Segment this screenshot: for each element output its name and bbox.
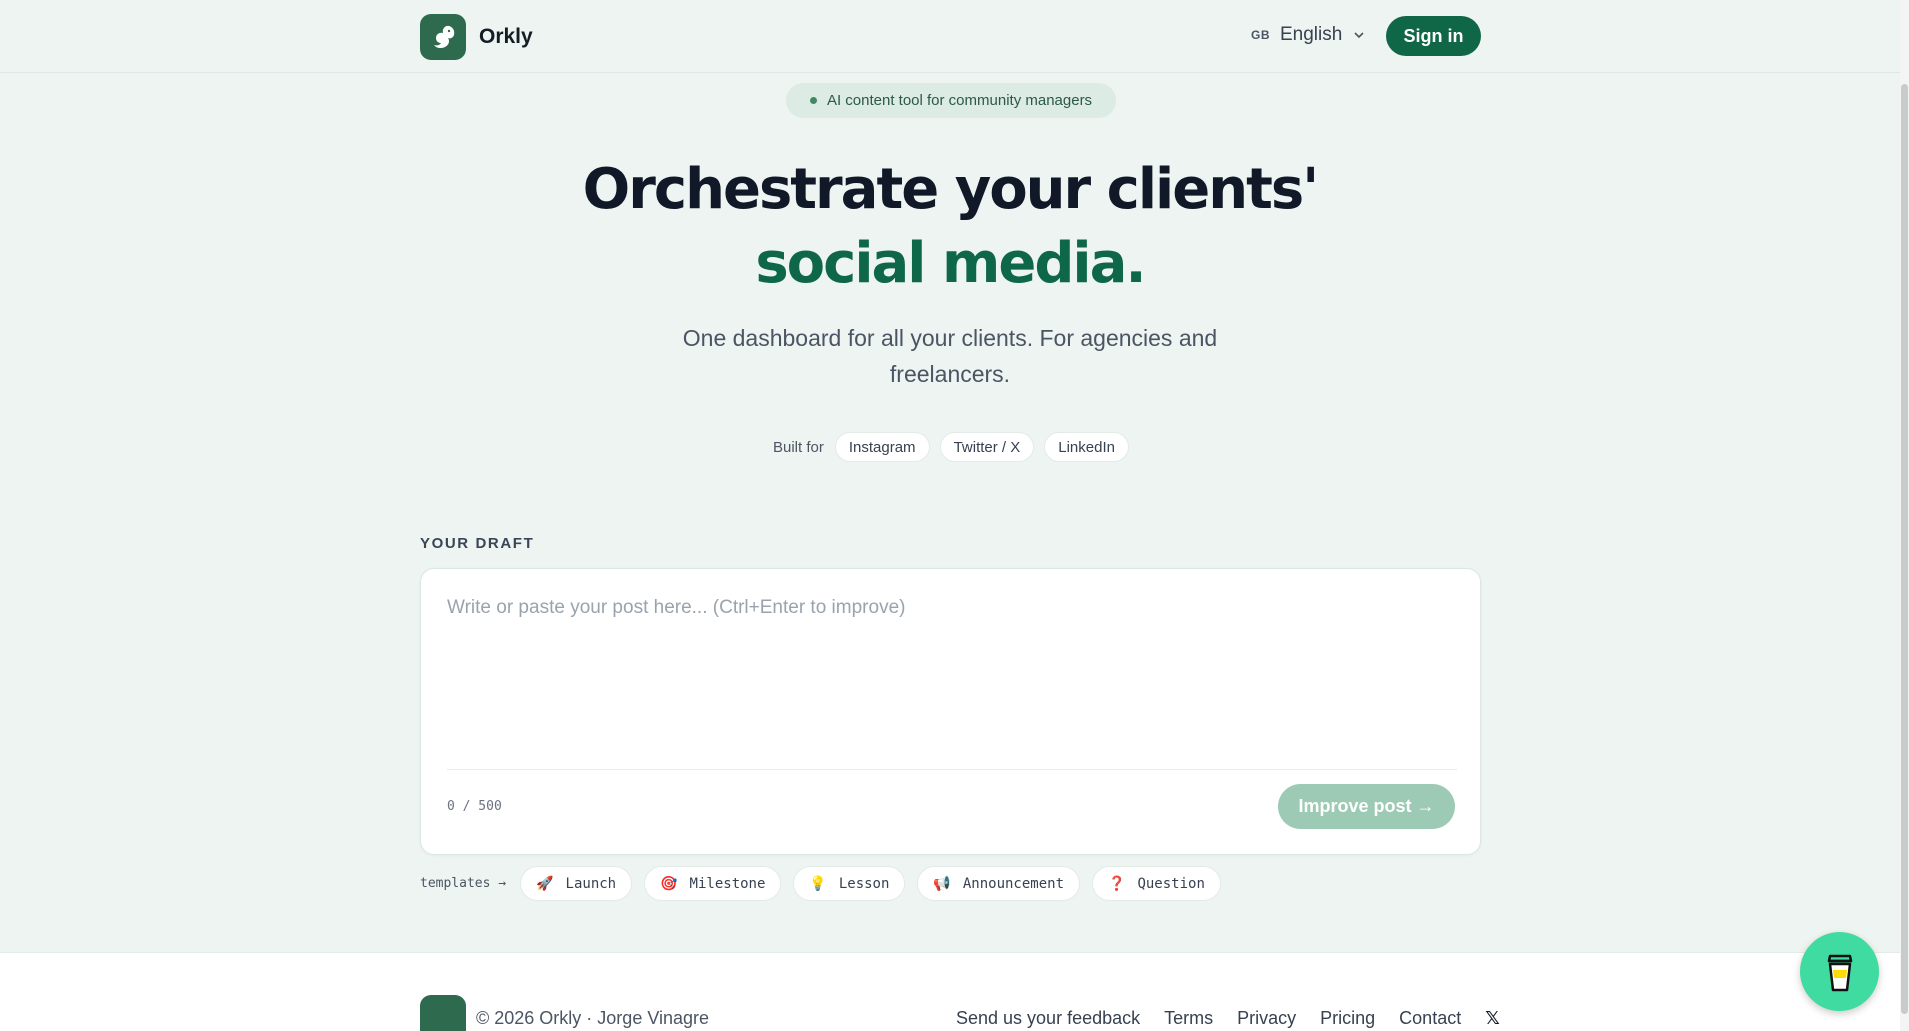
template-lesson[interactable]: 💡 Lesson [793, 866, 906, 901]
draft-section-label: YOUR DRAFT [420, 535, 535, 552]
sign-in-button[interactable]: Sign in [1386, 16, 1481, 56]
improve-post-button[interactable]: Improve post → [1278, 784, 1455, 829]
coffee-cup-icon [1827, 954, 1852, 991]
built-for-row: Built for Instagram Twitter / X LinkedIn [773, 432, 1129, 462]
divider [447, 769, 1457, 770]
template-launch[interactable]: 🚀 Launch [520, 866, 633, 901]
tagline-badge: AI content tool for community managers [786, 83, 1116, 118]
template-milestone[interactable]: 🎯 Milestone [644, 866, 782, 901]
target-icon: 🎯 [660, 875, 678, 892]
buy-me-a-coffee-button[interactable] [1800, 932, 1879, 1011]
feedback-link[interactable]: Send us your feedback [956, 1008, 1140, 1029]
brand-name: Orkly [479, 25, 533, 48]
platform-chip-instagram: Instagram [834, 432, 930, 462]
gb-flag-icon: GB [1251, 28, 1270, 42]
templates-row: templates → 🚀 Launch 🎯 Milestone 💡 Lesso… [420, 866, 1221, 901]
footer: © 2026 Orkly · Jorge Vinagre Send us you… [0, 952, 1900, 1031]
template-label: Question [1137, 875, 1205, 892]
draft-textarea[interactable] [447, 597, 1457, 717]
templates-label: templates → [420, 876, 507, 891]
language-label: English [1280, 24, 1343, 45]
hero-subtitle: One dashboard for all your clients. For … [682, 325, 1218, 387]
tagline-text: AI content tool for community managers [826, 92, 1093, 109]
squirrel-logo-icon [420, 14, 466, 60]
template-label: Launch [565, 875, 617, 892]
terms-link[interactable]: Terms [1164, 1008, 1213, 1029]
hero-title-line2: social media. [755, 231, 1146, 296]
top-header: Orkly GB English Sign in [0, 0, 1909, 73]
hero-title-line1: Orchestrate your clients' [582, 157, 1320, 222]
platform-chip-linkedin: LinkedIn [1044, 432, 1129, 462]
template-label: Lesson [838, 875, 890, 892]
platform-chip-twitter: Twitter / X [939, 432, 1035, 462]
squirrel-logo-icon [420, 995, 466, 1031]
question-mark-icon: ❓ [1108, 875, 1126, 892]
template-announcement[interactable]: 📢 Announcement [917, 866, 1081, 901]
built-for-label: Built for [773, 438, 824, 456]
x-social-icon[interactable]: 𝕏 [1485, 1008, 1500, 1029]
chevron-down-icon [1354, 32, 1364, 39]
template-label: Milestone [689, 875, 766, 892]
megaphone-icon: 📢 [933, 875, 951, 892]
footer-copyright: © 2026 Orkly · Jorge Vinagre [476, 1007, 710, 1028]
rocket-icon: 🚀 [536, 875, 554, 892]
status-dot-icon [809, 97, 817, 104]
privacy-link[interactable]: Privacy [1237, 1008, 1296, 1029]
brand[interactable]: Orkly [420, 14, 533, 60]
template-label: Announcement [962, 875, 1065, 892]
pricing-link[interactable]: Pricing [1320, 1008, 1375, 1029]
language-selector[interactable]: GB English [1251, 24, 1366, 46]
footer-brand: © 2026 Orkly · Jorge Vinagre [420, 995, 709, 1031]
character-counter: 0 / 500 [447, 799, 502, 814]
footer-links: Send us your feedback Terms Privacy Pric… [956, 1008, 1500, 1029]
draft-card: 0 / 500 Improve post → [420, 568, 1481, 855]
contact-link[interactable]: Contact [1399, 1008, 1461, 1029]
scrollbar-thumb[interactable] [1901, 84, 1908, 1014]
page-scrollbar[interactable] [1900, 0, 1909, 1031]
lightbulb-icon: 💡 [809, 875, 827, 892]
template-question[interactable]: ❓ Question [1092, 866, 1221, 901]
